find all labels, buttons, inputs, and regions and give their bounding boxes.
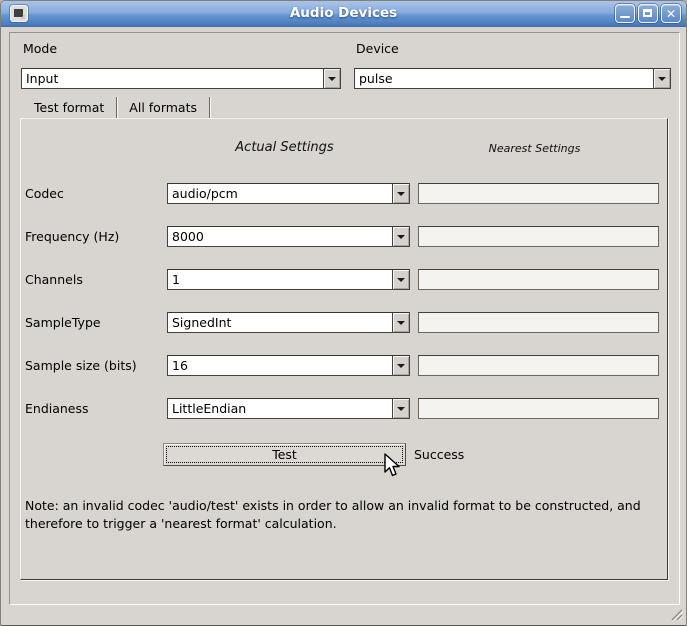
channels-label: Channels [25, 269, 83, 290]
codec-value: audio/pcm [168, 184, 392, 203]
tab-all-formats[interactable]: All formats [117, 97, 210, 119]
mode-combobox[interactable]: Input [21, 68, 341, 89]
endianess-nearest-field [418, 398, 659, 419]
row-samplesize: Sample size (bits) 16 [25, 355, 665, 376]
content-frame: Mode Input Device pulse Test format All … [9, 32, 680, 605]
channels-dropdown-arrow[interactable] [392, 270, 409, 289]
chevron-down-icon [397, 364, 405, 368]
device-value: pulse [355, 69, 653, 88]
test-button[interactable]: Test [163, 443, 406, 466]
sampletype-nearest-field [418, 312, 659, 333]
window-title: Audio Devices [1, 5, 686, 21]
mode-value: Input [22, 69, 323, 88]
audio-devices-window: Audio Devices ✕ Mode Input Device pulse [0, 0, 687, 626]
chevron-down-icon [397, 321, 405, 325]
row-codec: Codec audio/pcm [25, 183, 665, 204]
close-icon: ✕ [662, 6, 680, 22]
maximize-icon [643, 9, 652, 17]
mode-label: Mode [23, 41, 57, 57]
row-endianess: Endianess LittleEndian [25, 398, 665, 419]
channels-value: 1 [168, 270, 392, 289]
minimize-button[interactable] [615, 4, 635, 23]
frequency-value: 8000 [168, 227, 392, 246]
device-dropdown-arrow[interactable] [653, 69, 670, 88]
sampletype-label: SampleType [25, 312, 101, 333]
codec-label: Codec [25, 183, 64, 204]
frequency-combobox[interactable]: 8000 [167, 226, 410, 247]
chevron-down-icon [397, 235, 405, 239]
samplesize-dropdown-arrow[interactable] [392, 356, 409, 375]
test-format-panel: Actual Settings Nearest Settings Codec a… [20, 118, 668, 580]
chevron-down-icon [397, 192, 405, 196]
note-text: Note: an invalid codec 'audio/test' exis… [25, 497, 661, 533]
sampletype-value: SignedInt [168, 313, 392, 332]
nearest-settings-header: Nearest Settings [414, 142, 655, 155]
tab-test-format[interactable]: Test format [22, 97, 117, 119]
chevron-down-icon [397, 407, 405, 411]
chevron-down-icon [397, 278, 405, 282]
close-button[interactable]: ✕ [661, 4, 681, 23]
codec-dropdown-arrow[interactable] [392, 184, 409, 203]
samplesize-nearest-field [418, 355, 659, 376]
actual-settings-header: Actual Settings [163, 140, 406, 155]
tab-bar: Test format All formats [22, 97, 210, 119]
titlebar[interactable]: Audio Devices ✕ [1, 1, 686, 27]
frequency-nearest-field [418, 226, 659, 247]
maximize-button[interactable] [638, 4, 658, 23]
samplesize-value: 16 [168, 356, 392, 375]
row-sampletype: SampleType SignedInt [25, 312, 665, 333]
codec-combobox[interactable]: audio/pcm [167, 183, 410, 204]
frequency-dropdown-arrow[interactable] [392, 227, 409, 246]
device-combobox[interactable]: pulse [354, 68, 671, 89]
resize-grip[interactable] [668, 606, 683, 621]
samplesize-label: Sample size (bits) [25, 355, 137, 376]
row-channels: Channels 1 [25, 269, 665, 290]
channels-combobox[interactable]: 1 [167, 269, 410, 290]
endianess-label: Endianess [25, 398, 89, 419]
test-status-label: Success [414, 446, 464, 464]
endianess-combobox[interactable]: LittleEndian [167, 398, 410, 419]
endianess-dropdown-arrow[interactable] [392, 399, 409, 418]
frequency-label: Frequency (Hz) [25, 226, 119, 247]
chevron-down-icon [658, 77, 666, 81]
device-label: Device [356, 41, 399, 57]
minimize-icon [620, 16, 630, 18]
codec-nearest-field [418, 183, 659, 204]
chevron-down-icon [328, 77, 336, 81]
endianess-value: LittleEndian [168, 399, 392, 418]
row-frequency: Frequency (Hz) 8000 [25, 226, 665, 247]
samplesize-combobox[interactable]: 16 [167, 355, 410, 376]
sampletype-combobox[interactable]: SignedInt [167, 312, 410, 333]
channels-nearest-field [418, 269, 659, 290]
mode-dropdown-arrow[interactable] [323, 69, 340, 88]
sampletype-dropdown-arrow[interactable] [392, 313, 409, 332]
window-controls: ✕ [615, 4, 681, 23]
